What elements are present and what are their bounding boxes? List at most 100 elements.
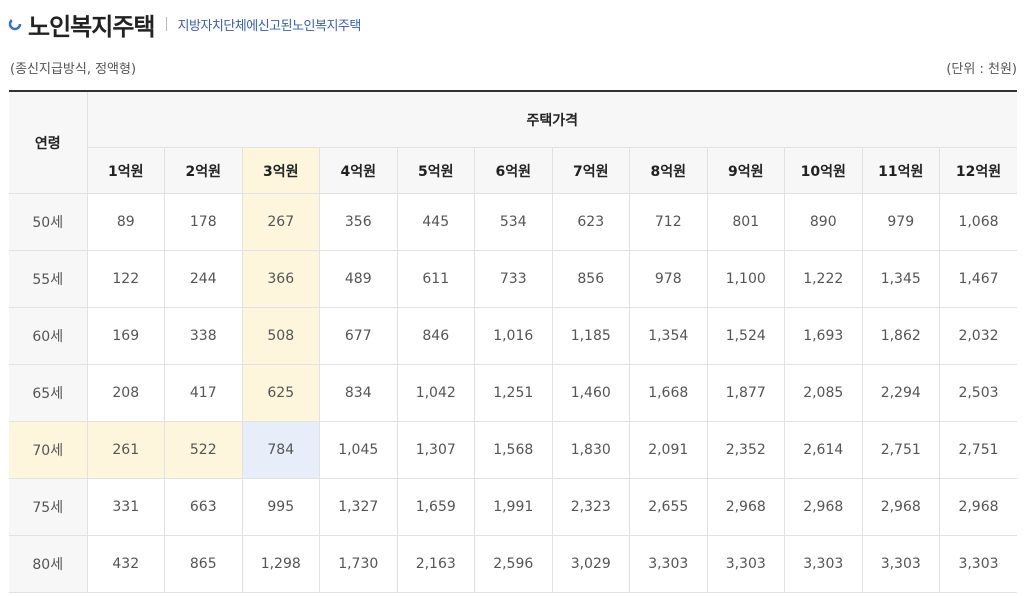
table-row: 55세 122 244 366 489 611 733 856 978 1,100 1,222 1,3…	[9, 250, 1017, 308]
value-cell: 3,303	[939, 535, 1017, 593]
table-row: 65세 208 417 625 834 1,042 1,251 1,460 1,668 1,877…	[9, 364, 1017, 422]
value-cell: 834	[319, 364, 398, 422]
page-title: 노인복지주택	[28, 12, 155, 41]
payment-type-note: (종신지급방식, 정액형)	[10, 62, 137, 77]
value-cell: 995	[241, 478, 320, 536]
value-cell: 169	[86, 307, 165, 365]
value-cell: 3,029	[551, 535, 630, 593]
value-cell: 417	[164, 364, 243, 422]
age-cell: 80세	[9, 535, 88, 593]
value-cell: 2,751	[939, 421, 1017, 479]
value-cell: 1,524	[706, 307, 785, 365]
value-cell: 846	[396, 307, 475, 365]
value-cell: 1,877	[706, 364, 785, 422]
value-cell: 522	[164, 421, 243, 479]
value-cell: 733	[474, 250, 553, 308]
value-cell: 366	[241, 250, 320, 308]
value-cell: 2,294	[861, 364, 940, 422]
value-cell: 2,503	[939, 364, 1017, 422]
value-cell: 1,460	[551, 364, 630, 422]
value-cell: 784	[241, 421, 320, 479]
value-cell: 2,091	[629, 421, 708, 479]
value-cell: 979	[861, 193, 940, 251]
age-header: 연령	[9, 90, 88, 194]
value-cell: 445	[396, 193, 475, 251]
value-cell: 865	[164, 535, 243, 593]
value-cell: 1,668	[629, 364, 708, 422]
value-cell: 677	[319, 307, 398, 365]
table-row: 80세 432 865 1,298 1,730 2,163 2,596 3,029 3,303 3…	[9, 535, 1017, 593]
value-cell: 1,730	[319, 535, 398, 593]
value-cell: 712	[629, 193, 708, 251]
value-cell: 1,659	[396, 478, 475, 536]
value-cell: 89	[86, 193, 165, 251]
column-header: 3억원	[241, 147, 320, 194]
table-row: 75세 331 663 995 1,327 1,659 1,991 2,323 2,655 2,9…	[9, 478, 1017, 536]
value-cell: 2,968	[861, 478, 940, 536]
column-header: 7억원	[551, 147, 630, 194]
value-cell: 267	[241, 193, 320, 251]
value-cell: 1,991	[474, 478, 553, 536]
value-cell: 3,303	[706, 535, 785, 593]
table-row: 50세 89 178 267 356 445 534 623 712 801 890 979 1,068	[9, 193, 1017, 251]
value-cell: 122	[86, 250, 165, 308]
column-header: 5억원	[396, 147, 475, 194]
divider	[166, 17, 168, 31]
value-cell: 623	[551, 193, 630, 251]
house-price-header: 주택가격	[86, 90, 1017, 148]
value-cell: 1,042	[396, 364, 475, 422]
value-cell: 3,303	[861, 535, 940, 593]
value-cell: 3,303	[784, 535, 863, 593]
value-cell: 2,596	[474, 535, 553, 593]
value-cell: 1,830	[551, 421, 630, 479]
age-cell: 60세	[9, 307, 88, 365]
column-header: 1억원	[87, 147, 165, 194]
value-cell: 890	[784, 193, 863, 251]
value-cell: 1,307	[396, 421, 475, 479]
value-cell: 1,568	[474, 421, 553, 479]
value-cell: 978	[629, 250, 708, 308]
value-cell: 2,655	[629, 478, 708, 536]
column-header: 6억원	[474, 147, 553, 194]
value-cell: 261	[86, 421, 165, 479]
value-cell: 534	[474, 193, 553, 251]
value-cell: 1,100	[706, 250, 785, 308]
value-cell: 508	[241, 307, 320, 365]
column-header: 10억원	[784, 147, 863, 194]
value-cell: 2,968	[784, 478, 863, 536]
page-subtitle: 지방자치단체에신고된노인복지주택	[177, 18, 361, 34]
value-cell: 244	[164, 250, 243, 308]
value-cell: 1,327	[319, 478, 398, 536]
value-cell: 1,185	[551, 307, 630, 365]
value-cell: 3,303	[629, 535, 708, 593]
value-cell: 2,614	[784, 421, 863, 479]
value-cell: 1,298	[241, 535, 320, 593]
page-header: 노인복지주택 지방자치단체에신고된노인복지주택	[8, 6, 361, 42]
value-cell: 1,045	[319, 421, 398, 479]
value-cell: 1,467	[939, 250, 1017, 308]
circle-bullet-icon	[8, 17, 22, 31]
column-header: 8억원	[629, 147, 708, 194]
value-cell: 489	[319, 250, 398, 308]
age-cell: 70세	[9, 421, 88, 479]
value-cell: 611	[396, 250, 475, 308]
value-cell: 1,862	[861, 307, 940, 365]
value-cell: 1,222	[784, 250, 863, 308]
value-cell: 1,354	[629, 307, 708, 365]
value-cell: 2,085	[784, 364, 863, 422]
value-cell: 2,968	[706, 478, 785, 536]
age-cell: 50세	[9, 193, 88, 251]
age-cell: 65세	[9, 364, 88, 422]
unit-note: (단위 : 천원)	[946, 62, 1017, 77]
value-cell: 2,323	[551, 478, 630, 536]
value-cell: 1,016	[474, 307, 553, 365]
value-cell: 208	[86, 364, 165, 422]
value-cell: 1,251	[474, 364, 553, 422]
value-cell: 2,968	[939, 478, 1017, 536]
value-cell: 331	[86, 478, 165, 536]
column-header: 4억원	[319, 147, 398, 194]
value-cell: 178	[164, 193, 243, 251]
value-cell: 663	[164, 478, 243, 536]
pension-table: 연령 주택가격 1억원 2억원 3억원 4억원 5억원 6억원 7억원 8억원 9억원 10억원 1…	[9, 90, 1017, 593]
value-cell: 1,345	[861, 250, 940, 308]
